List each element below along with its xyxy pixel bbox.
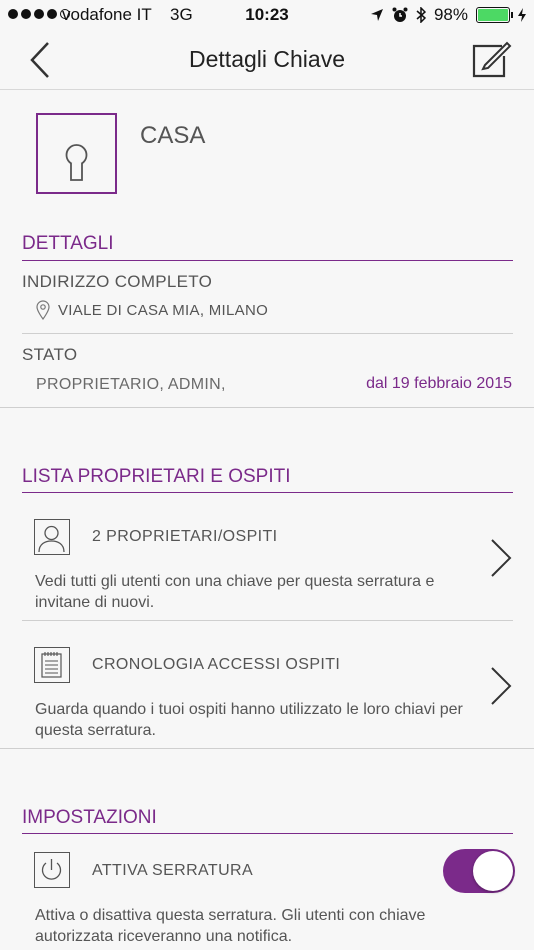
divider: [0, 407, 534, 408]
section-divider: [22, 492, 513, 493]
toggle-knob: [473, 851, 513, 891]
bluetooth-icon: [416, 7, 426, 23]
section-divider: [22, 260, 513, 261]
address-value: VIALE DI CASA MIA, MILANO: [58, 301, 269, 319]
chevron-right-icon[interactable]: [490, 538, 512, 578]
divider: [0, 748, 534, 749]
address-row: VIALE DI CASA MIA, MILANO: [36, 300, 268, 320]
address-label: INDIRIZZO COMPLETO: [22, 272, 213, 291]
page-title: Dettagli Chiave: [189, 46, 345, 72]
status-value: PROPRIETARIO, ADMIN,: [36, 376, 226, 393]
status-label: STATO: [22, 345, 78, 364]
divider: [22, 333, 513, 334]
navigation-bar: Dettagli Chiave: [0, 30, 534, 90]
owners-description: Vedi tutti gli utenti con una chiave per…: [35, 573, 435, 611]
location-pin-icon: [36, 300, 50, 320]
access-history-title: CRONOLOGIA ACCESSI OSPITI: [92, 656, 341, 673]
access-history-description: Guarda quando i tuoi ospiti hanno utiliz…: [35, 701, 463, 739]
key-name: CASA: [140, 122, 206, 149]
status-date: dal 19 febbraio 2015: [366, 375, 512, 392]
chevron-right-icon[interactable]: [490, 666, 512, 706]
user-icon: [34, 519, 70, 555]
alarm-icon: [392, 7, 408, 22]
section-divider: [22, 833, 513, 834]
key-details-content: CASA DETTAGLI INDIRIZZO COMPLETO VIALE D…: [0, 90, 534, 950]
battery-icon: [476, 7, 513, 23]
owners-count-title: 2 PROPRIETARI/OSPITI: [92, 528, 278, 545]
lock-toggle-description: Attiva o disattiva questa serratura. Gli…: [35, 907, 426, 945]
notes-icon: [34, 647, 70, 683]
power-icon: [34, 852, 70, 888]
edit-icon[interactable]: [472, 40, 512, 80]
settings-section-title: IMPOSTAZIONI: [22, 807, 157, 828]
charging-icon: [518, 8, 526, 22]
battery-percent: 98%: [433, 5, 468, 24]
divider: [22, 620, 513, 621]
status-bar: vodafone IT 3G 10:23 98%: [0, 0, 534, 30]
owners-section-title: LISTA PROPRIETARI E OSPITI: [22, 466, 291, 487]
keyhole-icon: [36, 113, 117, 194]
location-arrow-icon: [370, 9, 383, 21]
lock-toggle-label: ATTIVA SERRATURA: [92, 862, 254, 879]
lock-toggle-switch[interactable]: [443, 849, 515, 893]
details-section-title: DETTAGLI: [22, 233, 114, 254]
